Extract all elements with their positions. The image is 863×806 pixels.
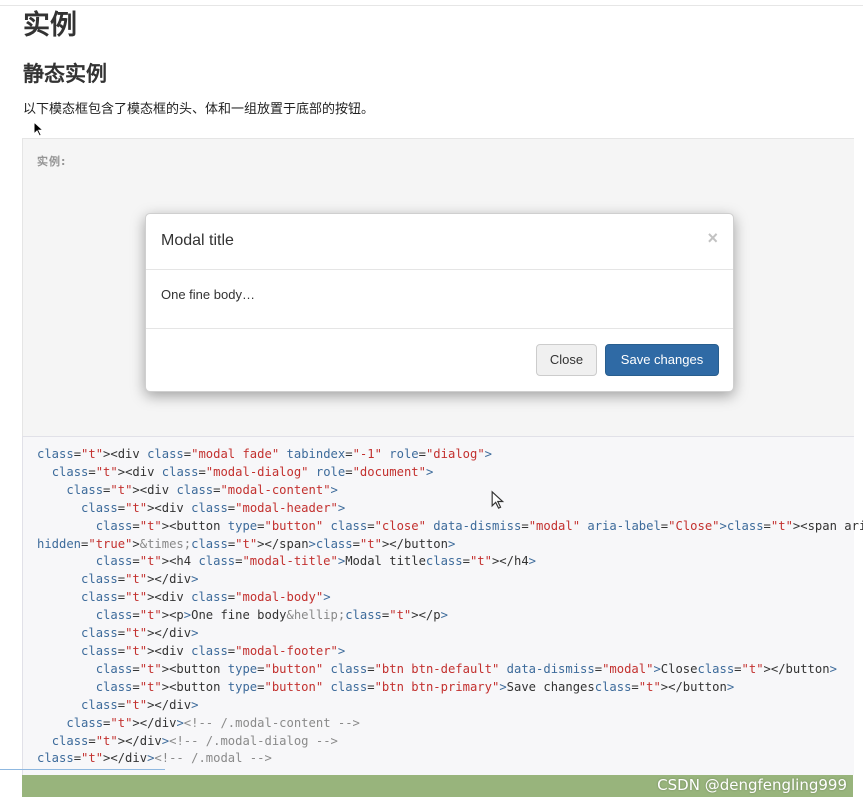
modal-dialog: Modal title × One fine body… Close Save … (145, 213, 734, 392)
mouse-pointer-icon (491, 490, 505, 509)
close-icon[interactable]: × (707, 228, 718, 248)
mouse-pointer-icon (33, 121, 45, 137)
modal-footer-divider (146, 328, 733, 329)
top-divider (0, 5, 863, 6)
example-preview: 实例: Modal title × One fine body… Close S… (22, 138, 854, 437)
close-button[interactable]: Close (536, 344, 597, 376)
modal-header: Modal title × (146, 214, 733, 270)
code-block: class="t"><div class="modal fade" tabind… (22, 436, 863, 775)
decorative-line (0, 769, 165, 770)
code-listing: class="t"><div class="modal fade" tabind… (37, 447, 863, 766)
example-label: 实例: (37, 155, 67, 168)
save-changes-button[interactable]: Save changes (605, 344, 719, 376)
section-title: 静态实例 (23, 62, 107, 86)
page-title: 实例 (23, 10, 77, 41)
modal-title: Modal title (161, 232, 234, 249)
watermark: CSDN @dengfengling999 (657, 776, 847, 794)
modal-body-text: One fine body… (161, 287, 255, 302)
description-text: 以下模态框包含了模态框的头、体和一组放置于底部的按钮。 (23, 102, 375, 117)
